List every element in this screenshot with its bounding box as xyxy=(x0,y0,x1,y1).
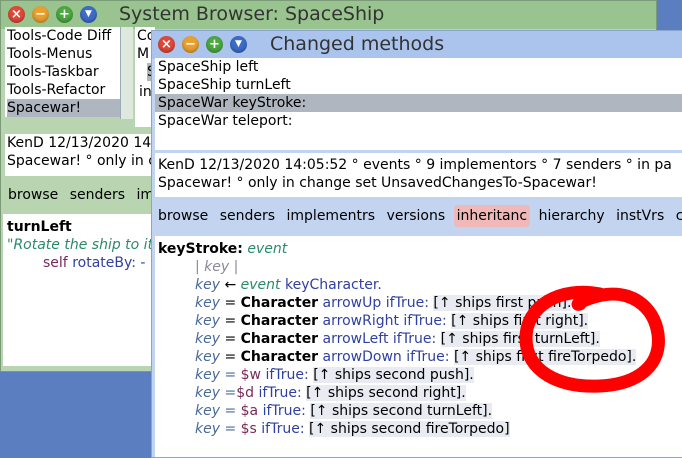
char-literal: $s xyxy=(240,421,257,437)
code-line: key = $w ifTrue: [↑ ships second push]. xyxy=(195,366,474,384)
char-literal: $d xyxy=(236,385,254,401)
inst-vars-button[interactable]: instVrs xyxy=(613,205,667,227)
block: [↑ ships second turnLeft]. xyxy=(310,403,493,419)
changed-code-pane[interactable]: keyStroke: event | key | key ← event key… xyxy=(155,236,682,457)
window-menu-icon[interactable]: ▼ xyxy=(230,36,247,53)
block: [↑ ships second fireTorpedo] xyxy=(309,421,510,437)
block: [↑ ships first fireTorpedo]. xyxy=(453,349,637,365)
block: [↑ ships first right]. xyxy=(451,313,589,329)
minimize-icon[interactable]: − xyxy=(182,36,199,53)
selector: ifTrue: xyxy=(262,403,306,419)
method-list-item[interactable]: SpaceShip left xyxy=(155,58,682,76)
category-item[interactable]: Tools-Code Diff xyxy=(7,27,120,45)
selector: ifTrue: xyxy=(406,349,450,365)
browser-titlebar[interactable]: × − + ▼ System Browser: SpaceShip xyxy=(1,1,656,29)
block: [↑ ships second right]. xyxy=(306,385,466,401)
info-line: Spacewar! ° only in c xyxy=(7,153,156,169)
info-line: KenD 12/13/2020 14 xyxy=(7,135,152,151)
selector: ifTrue: xyxy=(261,421,305,437)
selector: arrowRight xyxy=(322,313,399,329)
code-line: key = Character arrowRight ifTrue: [↑ sh… xyxy=(195,313,589,329)
temp-vars: | key | xyxy=(195,259,239,275)
browser-button-row: browse senders im xyxy=(5,184,155,208)
class-ref: Character xyxy=(240,313,319,329)
changed-title: Changed methods xyxy=(270,33,445,55)
changed-button-row: browse senders implementrs versions inhe… xyxy=(155,205,682,229)
message-send: rotateBy: - xyxy=(72,255,146,271)
senders-button[interactable]: senders xyxy=(217,205,278,227)
selector: arrowLeft xyxy=(322,331,389,347)
class-ref: Character xyxy=(240,349,319,365)
code-line: key = Character arrowUp ifTrue: [↑ ships… xyxy=(195,295,572,311)
code-line: key ← event keyCharacter. xyxy=(195,276,382,294)
browse-button[interactable]: browse xyxy=(155,205,211,227)
method-comment: "Rotate the ship to it xyxy=(7,237,154,253)
category-item[interactable]: Tools-Taskbar xyxy=(7,63,120,81)
class-vars-button[interactable]: c xyxy=(673,205,682,227)
implementors-button[interactable]: implementrs xyxy=(284,205,379,227)
code-line: key = $a ifTrue: [↑ ships second turnLef… xyxy=(195,402,493,420)
class-ref: Character xyxy=(240,331,319,347)
var-event: event xyxy=(240,277,281,293)
info-line: Spacewar! ° only in change set UnsavedCh… xyxy=(158,175,597,191)
inheritance-button[interactable]: inheritanc xyxy=(453,205,531,227)
browse-button[interactable]: browse xyxy=(5,184,61,206)
selector: arrowUp xyxy=(322,295,382,311)
code-line: key = Character arrowDown ifTrue: [↑ shi… xyxy=(195,349,637,365)
changed-method-list[interactable]: SpaceShip left SpaceShip turnLeft SpaceW… xyxy=(155,58,682,150)
method-signature: keyStroke: event xyxy=(158,240,287,258)
block: [↑ ships first push]. xyxy=(433,295,572,311)
maximize-icon[interactable]: + xyxy=(206,36,223,53)
close-icon[interactable]: × xyxy=(158,36,175,53)
window-menu-icon[interactable]: ▼ xyxy=(80,6,97,23)
method-list-item-selected[interactable]: SpaceWar keyStroke: xyxy=(155,94,682,112)
comparison: key = xyxy=(195,385,237,401)
changed-methods-window: × − + ▼ Changed methods SpaceShip left S… xyxy=(151,30,682,458)
changed-titlebar[interactable]: × − + ▼ Changed methods xyxy=(152,31,682,59)
comparison: key = xyxy=(195,367,241,383)
class-ref: Character xyxy=(240,295,319,311)
method-argument: event xyxy=(247,241,288,257)
minimize-icon[interactable]: − xyxy=(32,6,49,23)
selector: ifTrue: xyxy=(403,313,447,329)
code-line: key =$d ifTrue: [↑ ships second right]. xyxy=(195,384,466,402)
hierarchy-button[interactable]: hierarchy xyxy=(536,205,608,227)
method-name: turnLeft xyxy=(7,219,72,235)
close-icon[interactable]: × xyxy=(8,6,25,23)
maximize-icon[interactable]: + xyxy=(56,6,73,23)
block: [↑ ships first turnLeft]. xyxy=(440,331,600,347)
category-item[interactable]: Tools-Menus xyxy=(7,45,120,63)
selector: ifTrue: xyxy=(392,331,437,347)
comparison: key = xyxy=(195,403,241,419)
changed-info-pane: KenD 12/13/2020 14:05:52 ° events ° 9 im… xyxy=(155,153,682,197)
code-line: key = Character arrowLeft ifTrue: [↑ shi… xyxy=(195,331,600,347)
method-list-item[interactable]: SpaceShip turnLeft xyxy=(155,76,682,94)
assign-arrow: ← xyxy=(224,277,237,293)
info-line: KenD 12/13/2020 14:05:52 ° events ° 9 im… xyxy=(158,157,672,173)
category-scrollbar[interactable] xyxy=(120,27,133,119)
char-literal: $w xyxy=(240,367,261,383)
category-list[interactable]: Tools-Code Diff Tools-Menus Tools-Taskba… xyxy=(5,27,120,117)
category-item-selected[interactable]: Spacewar! xyxy=(7,99,120,117)
versions-button[interactable]: versions xyxy=(384,205,449,227)
browser-info-pane: KenD 12/13/2020 14 Spacewar! ° only in c xyxy=(5,134,157,176)
method-selector: keyStroke: xyxy=(158,241,243,257)
var-key: key xyxy=(195,277,221,293)
method-list-item[interactable]: SpaceWar teleport: xyxy=(155,112,682,130)
browser-code-pane[interactable]: turnLeft "Rotate the ship to it self rot… xyxy=(3,214,155,366)
block: [↑ ships second push]. xyxy=(313,367,474,383)
char-literal: $a xyxy=(240,403,259,419)
message-send: keyCharacter. xyxy=(284,277,382,293)
selector: ifTrue: xyxy=(385,295,429,311)
senders-button[interactable]: senders xyxy=(67,184,128,206)
self-keyword: self xyxy=(43,255,68,271)
method-body: self rotateBy: - xyxy=(43,254,145,272)
selector: arrowDown xyxy=(322,349,402,365)
category-item[interactable]: Tools-Refactor xyxy=(7,81,120,99)
selector: ifTrue: xyxy=(258,385,302,401)
code-line: key = $s ifTrue: [↑ ships second fireTor… xyxy=(195,420,510,438)
selector: ifTrue: xyxy=(265,367,309,383)
comparison: key = xyxy=(195,421,241,437)
browser-title: System Browser: SpaceShip xyxy=(119,3,385,25)
